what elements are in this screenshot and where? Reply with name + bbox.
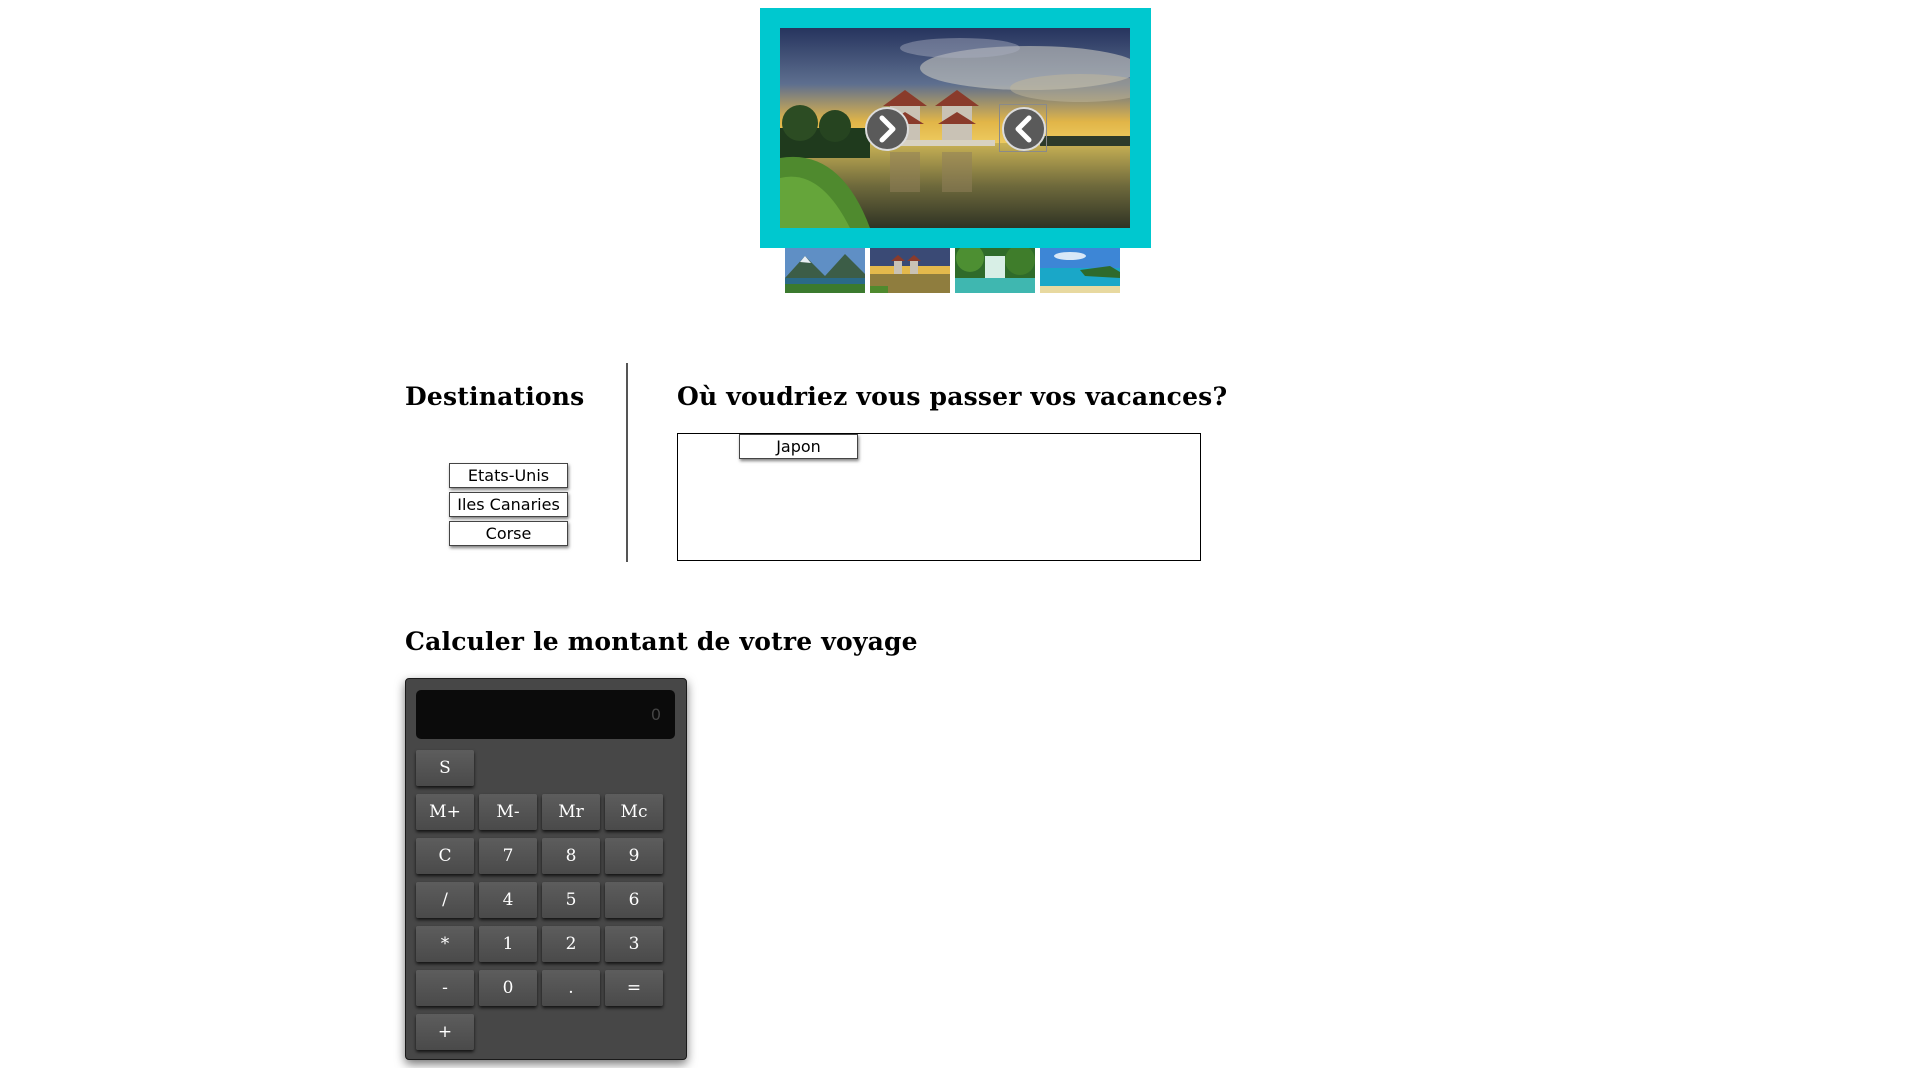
calc-key-3[interactable]: 3 [605, 926, 663, 962]
image-slider [760, 8, 1151, 248]
calc-key-add[interactable]: + [416, 1014, 474, 1050]
calc-key-5[interactable]: 5 [542, 882, 600, 918]
calc-key-8[interactable]: 8 [542, 838, 600, 874]
calc-key-memory-clear[interactable]: Mc [605, 794, 663, 830]
calc-key-subtract[interactable]: - [416, 970, 474, 1006]
calc-key-multiply[interactable]: * [416, 926, 474, 962]
calculator-title: Calculer le montant de votre voyage [405, 627, 918, 656]
calc-key-divide[interactable]: / [416, 882, 474, 918]
calc-key-2[interactable]: 2 [542, 926, 600, 962]
thumbnail-tropical-beach[interactable] [1040, 248, 1120, 293]
calc-key-0[interactable]: 0 [479, 970, 537, 1006]
destinations-list: Etats-Unis Iles Canaries Corse [449, 463, 568, 550]
calc-key-memory-subtract[interactable]: M- [479, 794, 537, 830]
calc-key-7[interactable]: 7 [479, 838, 537, 874]
calc-key-s[interactable]: S [416, 750, 474, 786]
calc-key-1[interactable]: 1 [479, 926, 537, 962]
destination-corse[interactable]: Corse [449, 521, 568, 546]
calc-key-memory-recall[interactable]: Mr [542, 794, 600, 830]
calc-key-equals[interactable]: = [605, 970, 663, 1006]
destinations-title: Destinations [405, 382, 585, 411]
thumbnail-tropical-waterfall[interactable] [955, 248, 1035, 293]
vacation-question-title: Où voudriez vous passer vos vacances? [677, 382, 1228, 411]
section-divider [626, 363, 628, 562]
slider-prev-button[interactable] [1001, 106, 1047, 152]
slider-thumbnails [785, 248, 1120, 293]
dropped-destination-japon[interactable]: Japon [739, 434, 858, 459]
calculator-display: 0 [416, 690, 675, 739]
calc-key-clear[interactable]: C [416, 838, 474, 874]
slide-image-twin-pagodas [780, 28, 1130, 228]
chevron-right-icon [865, 107, 909, 151]
destination-iles-canaries[interactable]: Iles Canaries [449, 492, 568, 517]
calc-key-9[interactable]: 9 [605, 838, 663, 874]
calc-key-decimal[interactable]: . [542, 970, 600, 1006]
destination-etats-unis[interactable]: Etats-Unis [449, 463, 568, 488]
thumbnail-mountain-lake[interactable] [785, 248, 865, 293]
thumbnail-twin-pagodas[interactable] [870, 248, 950, 293]
chevron-left-icon [1002, 107, 1046, 151]
calc-key-6[interactable]: 6 [605, 882, 663, 918]
calculator: 0 S M+ M- Mr Mc C 7 8 9 / 4 5 6 * 1 2 3 … [405, 678, 687, 1060]
slider-next-button[interactable] [864, 106, 910, 152]
calc-key-4[interactable]: 4 [479, 882, 537, 918]
calc-key-memory-add[interactable]: M+ [416, 794, 474, 830]
vacation-drop-zone[interactable]: Japon [677, 433, 1201, 561]
